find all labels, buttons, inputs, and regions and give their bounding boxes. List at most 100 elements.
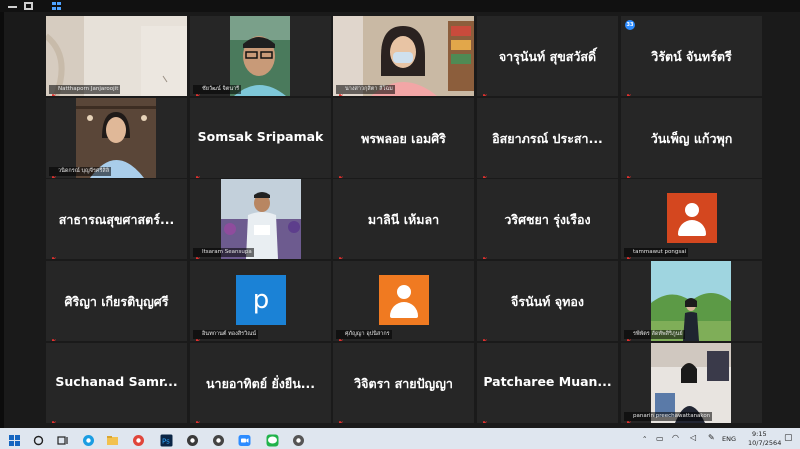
participant-tile[interactable]: รพีพัตร ลัดทัพสิริภูนย์ — [621, 261, 762, 341]
participant-video — [190, 179, 331, 259]
participant-tile[interactable]: วิจิตรา สายปัญญา — [333, 343, 474, 423]
participant-tile[interactable]: panarin preechawattanakon — [621, 343, 762, 423]
meeting-top-bar — [0, 0, 800, 12]
participant-name: จีรนันท์ จุทอง — [511, 294, 584, 309]
muted-mic-icon — [625, 331, 631, 341]
camera-icon[interactable] — [212, 432, 225, 446]
participant-tile[interactable]: ชัยวัฒน์ จิตนารี — [190, 16, 331, 96]
tray-volume-icon[interactable]: ◁ — [690, 433, 696, 442]
participant-tile[interactable]: ศิริญา เกียรติบุญศรี — [46, 261, 187, 341]
left-edge — [0, 12, 4, 428]
participant-name: Patcharee Muan... — [483, 374, 612, 389]
participant-label: ศุภัญญา อุปนิสากร — [336, 330, 392, 339]
participant-label: รพีพัตร ลัดทัพสิริภูนย์ — [624, 330, 685, 339]
participant-video — [46, 98, 187, 178]
muted-mic-icon — [50, 331, 56, 341]
participant-name: วันเพ็ญ แก้วพุก — [650, 131, 733, 146]
muted-mic-icon — [194, 86, 200, 96]
default-avatar-icon — [667, 193, 717, 243]
participant-label: tammawut pongsai — [624, 248, 689, 257]
participant-name: พรพลอย เอมศิริ — [361, 131, 446, 146]
muted-mic-icon — [337, 168, 343, 178]
participant-name: สาธารณสุขศาสตร์... — [58, 212, 175, 227]
participant-count-badge[interactable]: 33 — [625, 20, 635, 30]
tray-date[interactable]: 10/7/2564 — [748, 439, 781, 447]
default-avatar-icon — [379, 275, 429, 325]
window-icon[interactable] — [24, 2, 33, 10]
muted-mic-icon — [337, 249, 343, 259]
tray-chevron-icon[interactable]: ⌃ — [642, 435, 647, 443]
svg-text:Ps: Ps — [162, 438, 170, 446]
zoom-icon[interactable] — [238, 432, 251, 446]
participant-tile[interactable]: มาลินี เห้มลา — [333, 179, 474, 259]
tray-wifi-icon[interactable]: ◠ — [672, 433, 679, 442]
muted-mic-icon — [194, 413, 200, 423]
participant-tile[interactable]: tammawut pongsai — [621, 179, 762, 259]
participant-tile[interactable]: พรพลอย เอมศิริ — [333, 98, 474, 178]
participant-tile[interactable]: Somsak Sripamak — [190, 98, 331, 178]
tray-network-icon[interactable]: ▭ — [656, 434, 664, 443]
search-icon[interactable] — [32, 432, 45, 446]
windows-taskbar: Ps ⌃ ▭ ◠ ◁ ✎ ENG 9:15 10/7/2564 ▢ — [0, 428, 800, 449]
task-view-icon[interactable] — [56, 432, 69, 445]
muted-mic-icon — [50, 249, 56, 259]
participant-video — [190, 16, 331, 96]
chrome-icon[interactable] — [132, 432, 145, 446]
participant-video — [621, 343, 762, 423]
line-icon[interactable] — [266, 432, 279, 447]
tray-pen-icon[interactable]: ✎ — [708, 433, 715, 442]
participant-tile[interactable]: อิสยาภรณ์ ประสา... — [477, 98, 618, 178]
minimize-icon[interactable] — [8, 2, 17, 8]
participant-video — [621, 261, 762, 341]
muted-mic-icon — [194, 331, 200, 341]
muted-mic-icon — [625, 249, 631, 259]
participant-tile[interactable]: Natthaporn Janjaroojit — [46, 16, 187, 96]
muted-mic-icon — [625, 413, 631, 423]
participant-label: นางสาวกุสิตา ลีโฉม — [336, 85, 395, 94]
participant-name: นายอาทิตย์ ยั่งยืน... — [206, 376, 315, 391]
participant-tile[interactable]: วริศชยา รุ่งเรือง — [477, 179, 618, 259]
participant-tile[interactable]: นางสาวกุสิตา ลีโฉม — [333, 16, 474, 96]
participant-tile[interactable]: ศุภัญญา อุปนิสากร — [333, 261, 474, 341]
participant-tile[interactable]: Suchanad Samr... — [46, 343, 187, 423]
participant-tile[interactable]: สาธารณสุขศาสตร์... — [46, 179, 187, 259]
participant-name: วิรัตน์ จันทร์ตรี — [651, 49, 732, 64]
muted-mic-icon — [625, 168, 631, 178]
participant-name: วริศชยา รุ่งเรือง — [504, 212, 591, 227]
muted-mic-icon — [481, 249, 487, 259]
participant-name: วิจิตรา สายปัญญา — [354, 376, 453, 391]
participant-name: จารุนันท์ สุขสวัสดิ์ — [498, 49, 597, 64]
windows-icon[interactable] — [8, 432, 21, 446]
zoom-gallery-window: Natthaporn Janjaroojit ชัยวัฒน์ จิตนารีนา… — [0, 0, 800, 449]
participant-tile[interactable]: Itsaram Seansupa — [190, 179, 331, 259]
file-explorer-icon[interactable] — [106, 432, 119, 445]
gallery-view-icon[interactable] — [52, 2, 61, 10]
participant-tile[interactable]: Patcharee Muan... — [477, 343, 618, 423]
participant-tile[interactable]: จารุนันท์ สุขสวัสดิ์ — [477, 16, 618, 96]
participant-name: อิสยาภรณ์ ประสา... — [492, 131, 603, 146]
obs-icon[interactable] — [186, 432, 199, 446]
participant-tile[interactable]: วิรัตน์ จันทร์ตรี 33 — [621, 16, 762, 96]
participant-tile[interactable]: p อินทกานต์ ทองสิรวิณน์ — [190, 261, 331, 341]
muted-mic-icon — [337, 86, 343, 96]
participant-tile[interactable]: จีรนันท์ จุทอง — [477, 261, 618, 341]
muted-mic-icon — [337, 413, 343, 423]
notification-icon[interactable]: ▢ — [784, 433, 793, 443]
muted-mic-icon — [194, 249, 200, 259]
edge-icon[interactable] — [82, 432, 95, 446]
participant-label: Itsaram Seansupa — [193, 248, 254, 257]
muted-mic-icon — [481, 331, 487, 341]
paint-icon[interactable] — [292, 432, 305, 446]
participant-label: อินทกานต์ ทองสิรวิณน์ — [193, 330, 259, 339]
participant-tile[interactable]: นายอาทิตย์ ยั่งยืน... — [190, 343, 331, 423]
tray-language[interactable]: ENG — [722, 435, 736, 443]
participant-video — [46, 16, 187, 96]
participant-name: Somsak Sripamak — [197, 129, 324, 144]
participant-name: มาลินี เห้มลา — [367, 212, 440, 227]
muted-mic-icon — [625, 86, 631, 96]
photoshop-icon[interactable]: Ps — [160, 432, 173, 447]
participant-tile[interactable]: วนิดกรณ์ บุญจีรศรีสิลิ — [46, 98, 187, 178]
tray-time[interactable]: 9:15 — [752, 430, 767, 438]
participant-tile[interactable]: วันเพ็ญ แก้วพุก — [621, 98, 762, 178]
participant-name: Suchanad Samr... — [55, 374, 178, 389]
